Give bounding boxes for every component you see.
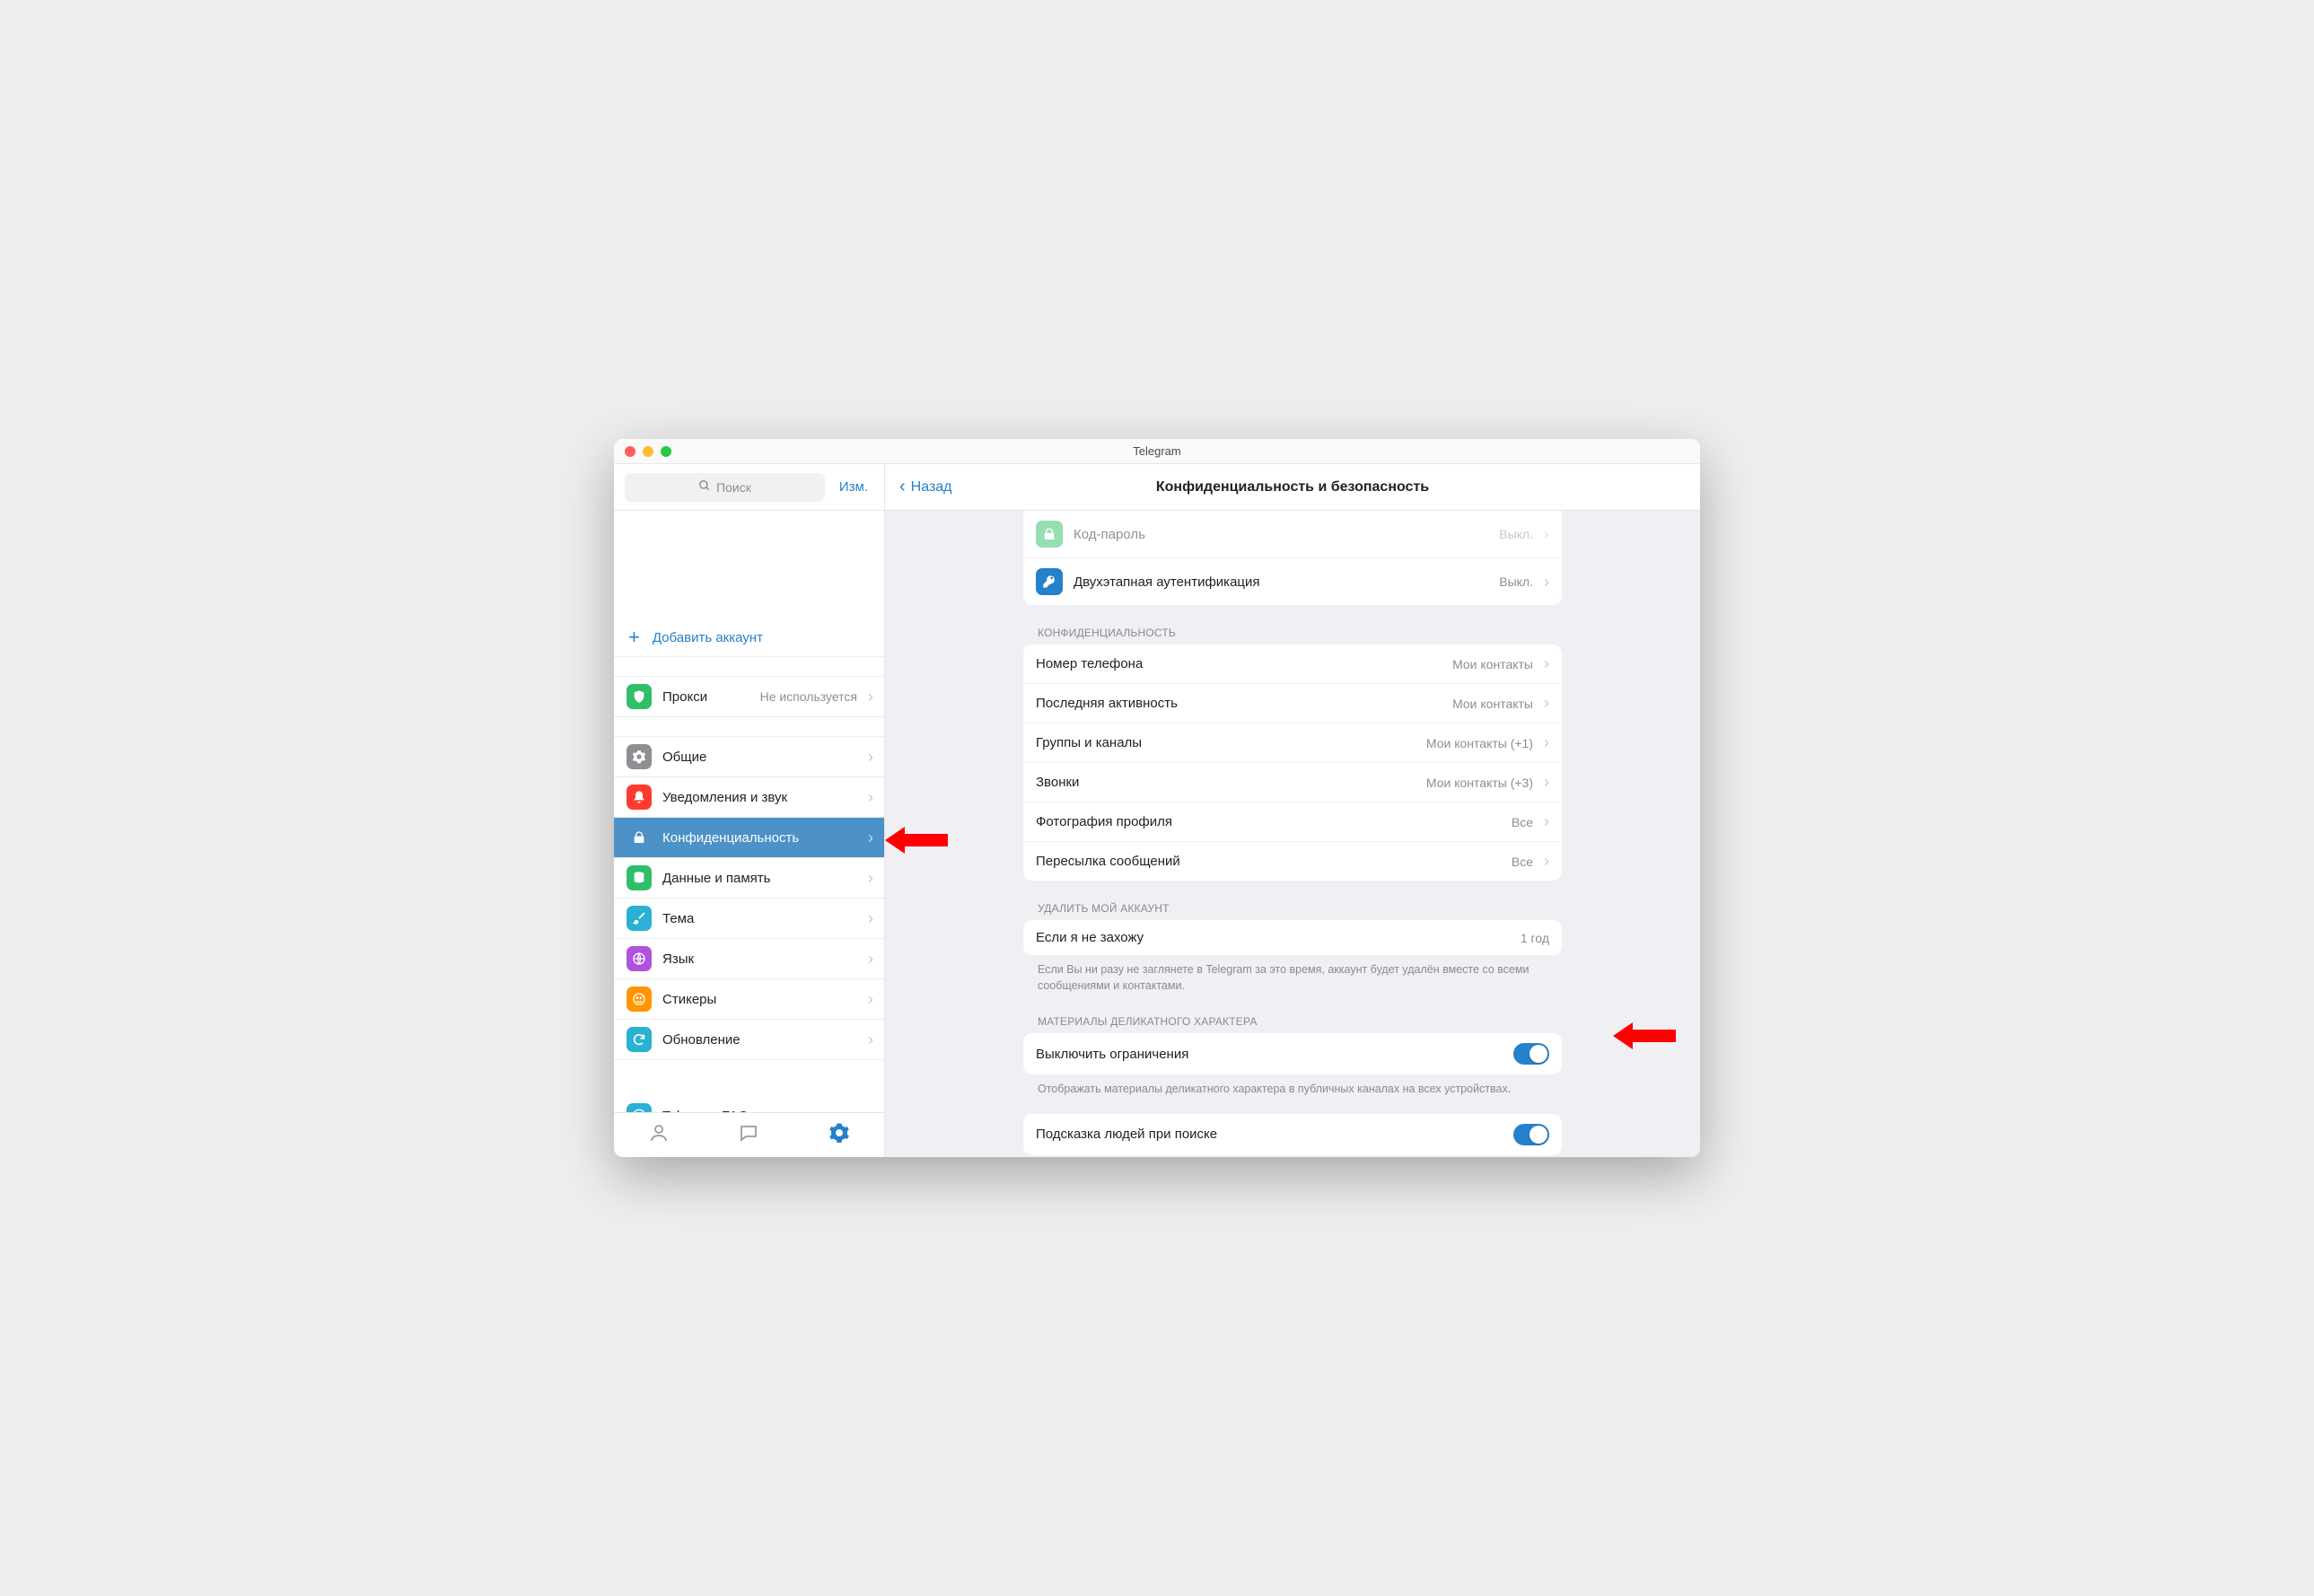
chevron-right-icon: › [868, 990, 873, 1009]
page-title: Конфиденциальность и безопасность [885, 479, 1700, 495]
sidebar-item-stickers[interactable]: Стикеры › [614, 979, 884, 1020]
chevron-right-icon: › [1544, 852, 1549, 871]
sidebar-item-update[interactable]: Обновление › [614, 1020, 884, 1060]
chevron-right-icon: › [1544, 694, 1549, 713]
add-account-button[interactable]: + Добавить аккаунт [614, 618, 884, 657]
sidebar-item-general[interactable]: Общие › [614, 737, 884, 777]
lock-icon [1036, 521, 1063, 548]
tab-settings[interactable] [828, 1122, 850, 1149]
tab-chats[interactable] [738, 1122, 759, 1149]
window-title: Telegram [614, 444, 1700, 458]
sidebar: Поиск Изм. + Добавить аккаунт Прокси Не … [614, 464, 885, 1157]
search-input[interactable]: Поиск [625, 473, 825, 502]
globe-icon [627, 946, 652, 971]
chevron-right-icon: › [868, 829, 873, 847]
main-panel: ‹ Назад Конфиденциальность и безопасност… [885, 464, 1700, 1157]
row-disable-filtering[interactable]: Выключить ограничения [1023, 1033, 1562, 1074]
search-placeholder: Поиск [716, 480, 751, 495]
gear-icon [627, 744, 652, 769]
group-security: Код-пароль Выкл. › Двухэтапная аутентифи… [1023, 511, 1562, 605]
maximize-button[interactable] [661, 446, 671, 457]
row-forwarding[interactable]: Пересылка сообщений Все › [1023, 841, 1562, 881]
chevron-right-icon: › [868, 869, 873, 888]
bottom-tabs [614, 1112, 884, 1157]
chevron-right-icon: › [1544, 812, 1549, 831]
question-icon: ? [627, 1103, 652, 1112]
sidebar-item-privacy[interactable]: Конфиденциальность › [614, 818, 884, 858]
chevron-left-icon: ‹ [899, 477, 906, 497]
traffic-lights [625, 446, 671, 457]
row-groups[interactable]: Группы и каналы Мои контакты (+1) › [1023, 723, 1562, 762]
brush-icon [627, 906, 652, 931]
minimize-button[interactable] [643, 446, 653, 457]
sidebar-item-theme[interactable]: Тема › [614, 899, 884, 939]
edit-button[interactable]: Изм. [834, 479, 873, 495]
add-account-label: Добавить аккаунт [653, 630, 763, 645]
row-if-away[interactable]: Если я не захожу 1 год [1023, 920, 1562, 955]
chevron-right-icon: › [868, 688, 873, 706]
sidebar-item-faq[interactable]: ? Telegram FAQ › [614, 1096, 884, 1112]
row-two-step[interactable]: Двухэтапная аутентификация Выкл. › [1023, 557, 1562, 605]
group-suggestions: Подсказка людей при поиске Показывать по… [1023, 1114, 1562, 1158]
row-last-seen[interactable]: Последняя активность Мои контакты › [1023, 683, 1562, 723]
chevron-right-icon: › [1544, 654, 1549, 673]
key-icon [1036, 568, 1063, 595]
close-button[interactable] [625, 446, 635, 457]
tab-contacts[interactable] [648, 1122, 670, 1149]
sidebar-item-proxy[interactable]: Прокси Не используется › [614, 677, 884, 717]
group-privacy: КОНФИДЕНЦИАЛЬНОСТЬ Номер телефона Мои ко… [1023, 621, 1562, 881]
refresh-icon [627, 1027, 652, 1052]
shield-icon [627, 684, 652, 709]
database-icon [627, 865, 652, 890]
group-delete-account: УДАЛИТЬ МОЙ АККАУНТ Если я не захожу 1 г… [1023, 897, 1562, 994]
lock-icon [627, 825, 652, 850]
titlebar: Telegram [614, 439, 1700, 464]
back-button[interactable]: ‹ Назад [885, 477, 967, 497]
row-passcode[interactable]: Код-пароль Выкл. › [1023, 511, 1562, 557]
proxy-label: Прокси [662, 689, 749, 705]
chevron-right-icon: › [1544, 573, 1549, 592]
row-profile-photo[interactable]: Фотография профиля Все › [1023, 802, 1562, 841]
sidebar-item-data[interactable]: Данные и память › [614, 858, 884, 899]
chevron-right-icon: › [1544, 525, 1549, 544]
row-calls[interactable]: Звонки Мои контакты (+3) › [1023, 762, 1562, 802]
sticker-icon [627, 987, 652, 1012]
proxy-value: Не используется [760, 689, 857, 704]
sidebar-item-language[interactable]: Язык › [614, 939, 884, 979]
toggle-disable-filtering[interactable] [1513, 1043, 1549, 1065]
row-phone-number[interactable]: Номер телефона Мои контакты › [1023, 645, 1562, 683]
chevron-right-icon: › [868, 788, 873, 807]
main-header: ‹ Назад Конфиденциальность и безопасност… [885, 464, 1700, 511]
row-suggest-contacts[interactable]: Подсказка людей при поиске [1023, 1114, 1562, 1155]
plus-icon: + [628, 627, 640, 647]
sidebar-item-notifications[interactable]: Уведомления и звук › [614, 777, 884, 818]
app-window: Telegram Поиск Изм. + Добавить аккаунт [614, 439, 1700, 1157]
search-icon [698, 479, 711, 495]
chevron-right-icon: › [868, 950, 873, 969]
chevron-right-icon: › [1544, 773, 1549, 792]
bell-icon [627, 785, 652, 810]
toggle-suggest-contacts[interactable] [1513, 1124, 1549, 1145]
chevron-right-icon: › [868, 748, 873, 767]
chevron-right-icon: › [868, 909, 873, 928]
group-sensitive: МАТЕРИАЛЫ ДЕЛИКАТНОГО ХАРАКТЕРА Выключит… [1023, 1010, 1562, 1098]
sidebar-header: Поиск Изм. [614, 464, 884, 511]
chevron-right-icon: › [1544, 733, 1549, 752]
chevron-right-icon: › [868, 1030, 873, 1049]
